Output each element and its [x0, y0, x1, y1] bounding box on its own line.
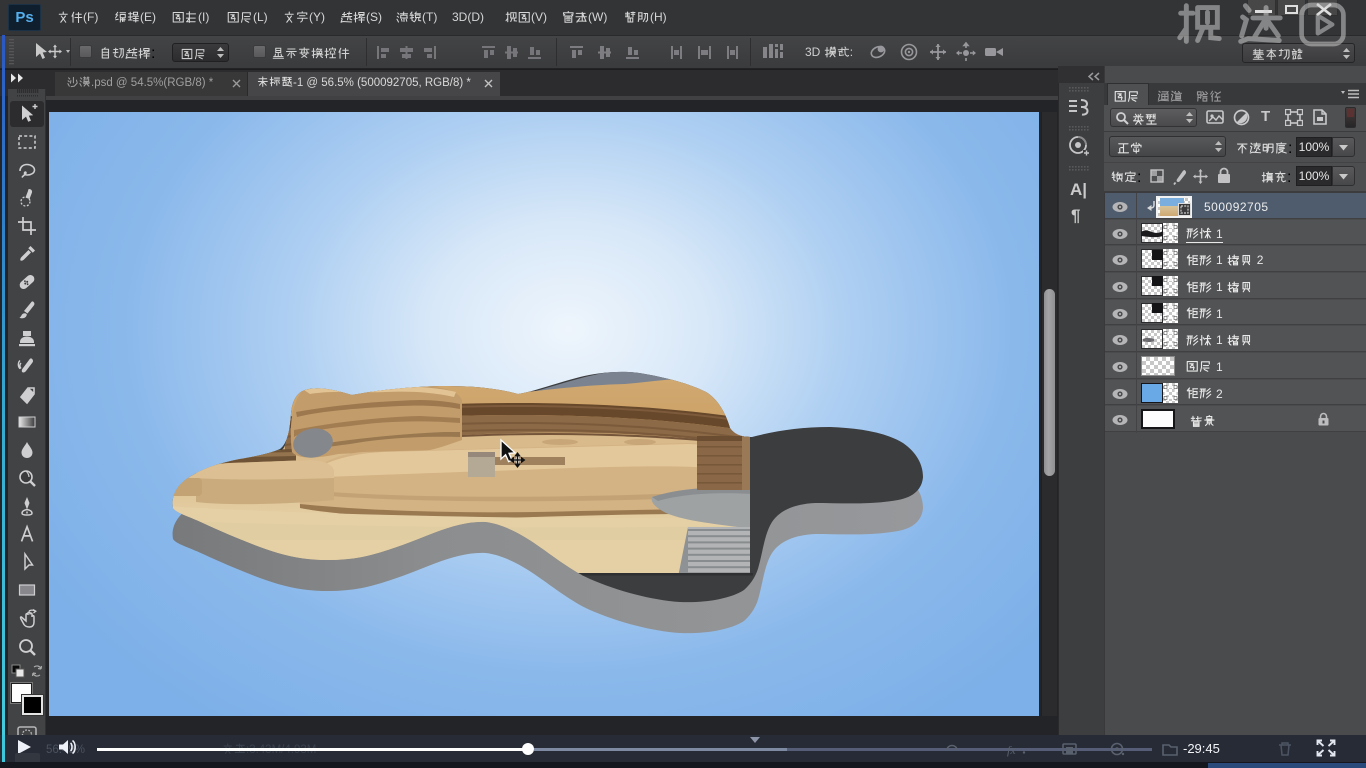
- svg-text:fx: fx: [1007, 743, 1016, 757]
